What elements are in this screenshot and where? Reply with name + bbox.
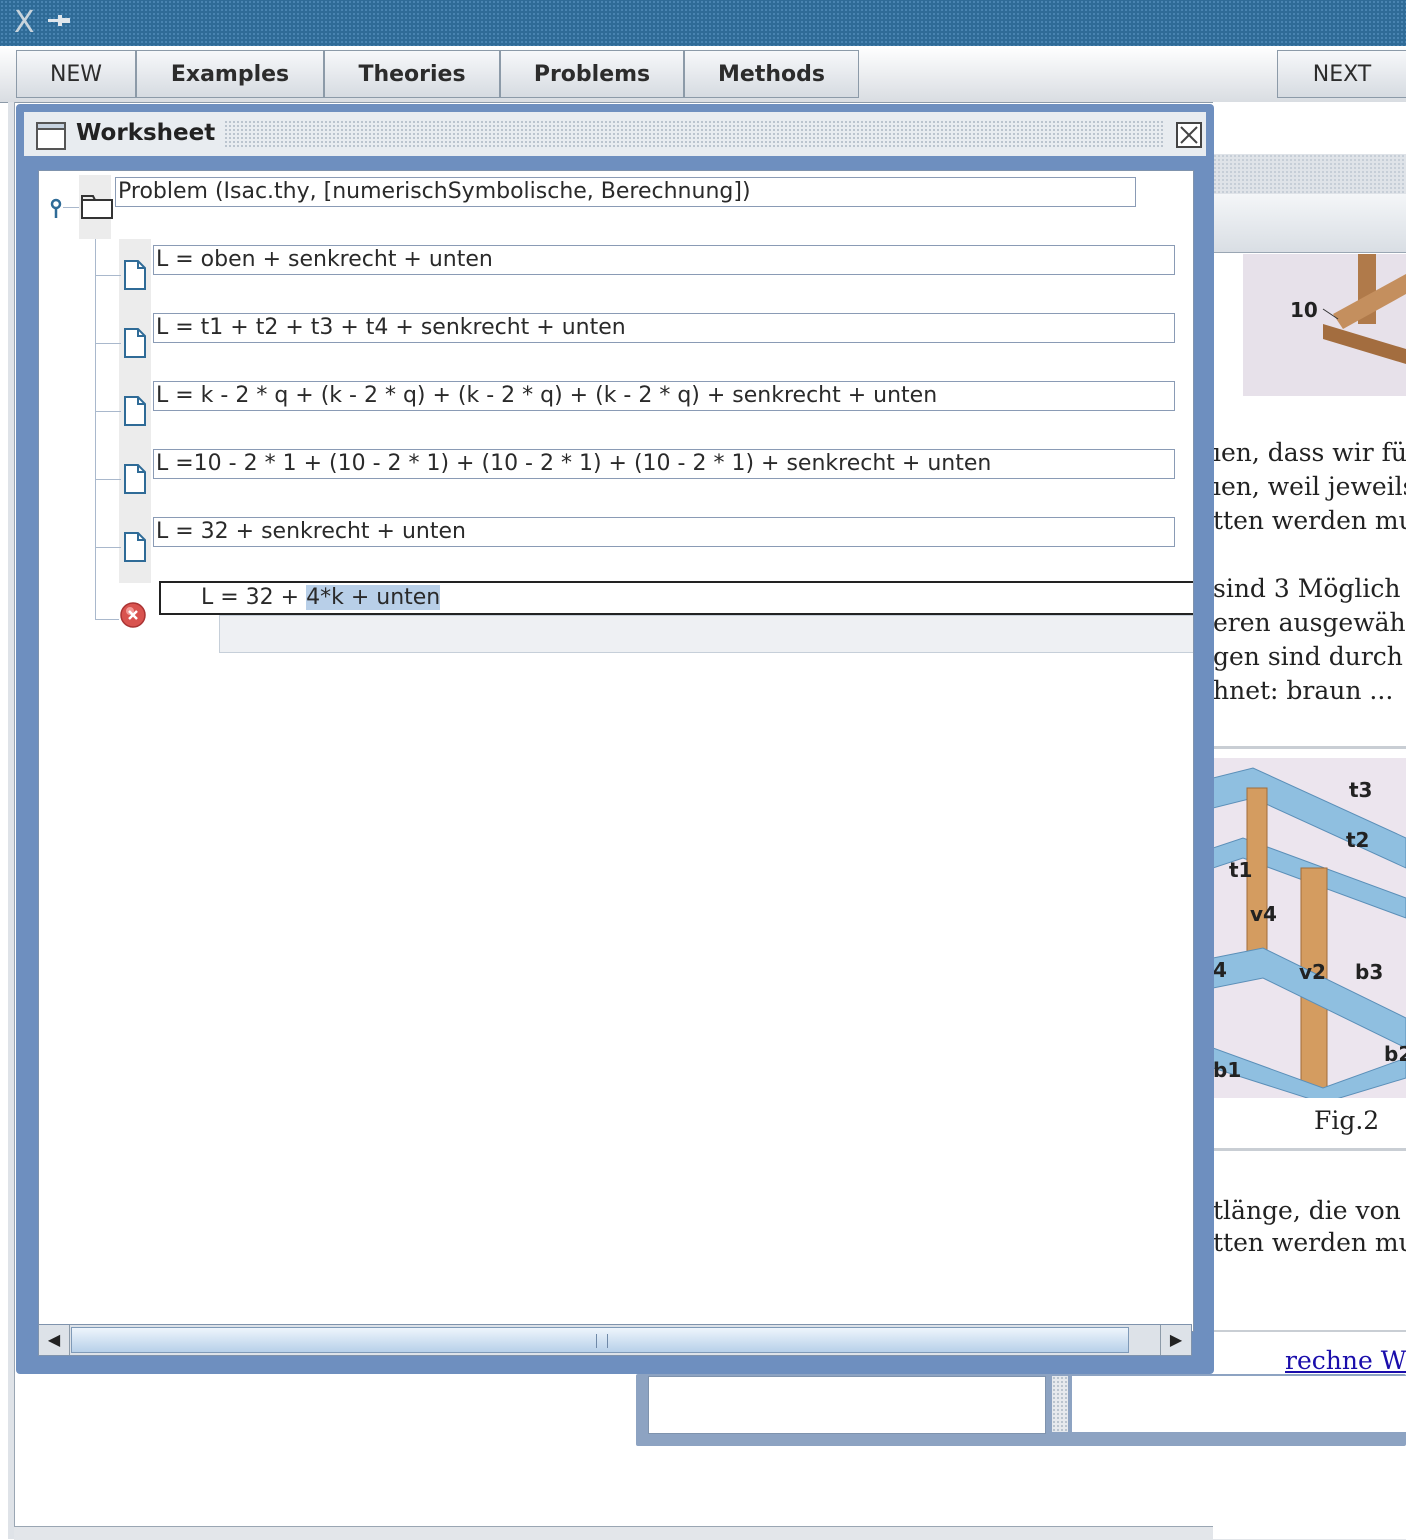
figure-caption: Fig.2 — [1314, 1106, 1380, 1135]
doc-text-line: eren ausgewäh — [1213, 608, 1406, 637]
worksheet-horizontal-scrollbar[interactable]: ◀ ▶ — [38, 1324, 1192, 1356]
background-text-area — [648, 1376, 1046, 1434]
document-icon[interactable] — [123, 259, 147, 291]
doc-text-line: ıen, weil jeweils — [1213, 472, 1406, 501]
scroll-thumb[interactable] — [71, 1327, 1129, 1353]
problems-button[interactable]: Problems — [500, 50, 684, 98]
window-titlebar: X — [0, 0, 1406, 46]
doc-text-line: tlänge, die von — [1213, 1196, 1401, 1225]
document-icon[interactable] — [123, 327, 147, 359]
scroll-left-icon[interactable]: ◀ — [39, 1325, 70, 1355]
figure-label-10: 10 — [1290, 298, 1318, 322]
document-icon[interactable] — [123, 395, 147, 427]
tree-line — [95, 239, 96, 619]
step-field[interactable]: L =10 - 2 * 1 + (10 - 2 * 1) + (10 - 2 *… — [153, 449, 1175, 479]
figure-label: t2 — [1346, 828, 1370, 852]
formula-input[interactable]: L = 32 + 4*k + unten — [159, 581, 1193, 615]
doc-text-line: tten werden mu — [1213, 506, 1406, 535]
figure-label: v2 — [1299, 960, 1326, 984]
methods-button[interactable]: Methods — [684, 50, 859, 98]
tree-line — [95, 619, 119, 620]
tree-line — [95, 275, 121, 276]
menu-bar: NEW Examples Theories Problems Methods N… — [0, 46, 1406, 103]
tree-line — [95, 411, 121, 412]
document-icon[interactable] — [123, 531, 147, 563]
app-logo: X — [14, 5, 35, 40]
divider — [1213, 1330, 1406, 1332]
worksheet-title: Worksheet — [76, 120, 216, 146]
figure-label: t3 — [1349, 778, 1373, 802]
tree-line — [95, 343, 121, 344]
figure-label: b1 — [1213, 1058, 1242, 1082]
step-field[interactable]: L = k - 2 * q + (k - 2 * q) + (k - 2 * q… — [153, 381, 1175, 411]
divider — [1213, 1148, 1406, 1151]
close-icon[interactable] — [1176, 122, 1202, 148]
worksheet-window: Worksheet Problem (Isac.thy, [numerischS… — [16, 104, 1214, 1374]
doc-text-line: sind 3 Möglich — [1213, 574, 1401, 603]
window-icon — [36, 122, 66, 150]
background-document: 10 ıen, dass wir fü ıen, weil jeweils tt… — [1213, 102, 1406, 1539]
thumb-grip-icon — [596, 1334, 608, 1348]
tree-handle-icon[interactable] — [47, 197, 65, 219]
background-doc-pane — [1072, 1376, 1406, 1432]
background-panel — [636, 1374, 1406, 1446]
titlebar-grip — [224, 120, 1164, 148]
step-field[interactable]: L = t1 + t2 + t3 + t4 + senkrecht + unte… — [153, 313, 1175, 343]
worksheet-titlebar: Worksheet — [24, 112, 1206, 156]
doc-text-line: gen sind durch — [1213, 642, 1403, 671]
examples-button[interactable]: Examples — [136, 50, 324, 98]
figure-label: 4 — [1213, 958, 1227, 982]
folder-icon[interactable] — [81, 193, 113, 219]
input-assist-area[interactable] — [219, 615, 1193, 653]
tree-line — [95, 547, 121, 548]
figure-label: b3 — [1355, 960, 1384, 984]
figure-1 — [1243, 254, 1406, 396]
formula-selection: 4*k + unten — [306, 585, 441, 610]
next-button[interactable]: NEXT — [1277, 50, 1406, 98]
step-field[interactable]: L = oben + senkrecht + unten — [153, 245, 1175, 275]
window-left-edge — [8, 102, 15, 1539]
formula-input-text: L = 32 + — [201, 585, 307, 610]
pin-icon[interactable] — [46, 12, 72, 30]
document-icon[interactable] — [123, 463, 147, 495]
new-button[interactable]: NEW — [16, 50, 136, 98]
tree-line — [95, 479, 121, 480]
doc-text-line: ıen, dass wir fü — [1213, 438, 1406, 467]
figure-2 — [1213, 758, 1406, 1098]
doc-text-line: tten werden mu — [1213, 1228, 1406, 1257]
error-icon[interactable] — [119, 601, 147, 629]
divider — [1213, 746, 1406, 749]
doc-titlebar — [1213, 154, 1406, 194]
figure-label: b2 — [1384, 1042, 1406, 1066]
doc-toolbar — [1213, 194, 1406, 253]
step-field[interactable]: L = 32 + senkrecht + unten — [153, 517, 1175, 547]
worksheet-tree: Problem (Isac.thy, [numerischSymbolische… — [38, 170, 1194, 1332]
window-bottom-edge — [14, 1526, 1406, 1540]
figure-label: t1 — [1229, 858, 1253, 882]
doc-text-line: hnet: braun ... — [1213, 676, 1394, 705]
splitter[interactable] — [1052, 1376, 1068, 1432]
figure-label: v4 — [1250, 902, 1277, 926]
problem-field[interactable]: Problem (Isac.thy, [numerischSymbolische… — [115, 177, 1136, 207]
scroll-right-icon[interactable]: ▶ — [1160, 1325, 1191, 1355]
rechne-link[interactable]: rechne W — [1285, 1346, 1406, 1375]
theories-button[interactable]: Theories — [324, 50, 500, 98]
